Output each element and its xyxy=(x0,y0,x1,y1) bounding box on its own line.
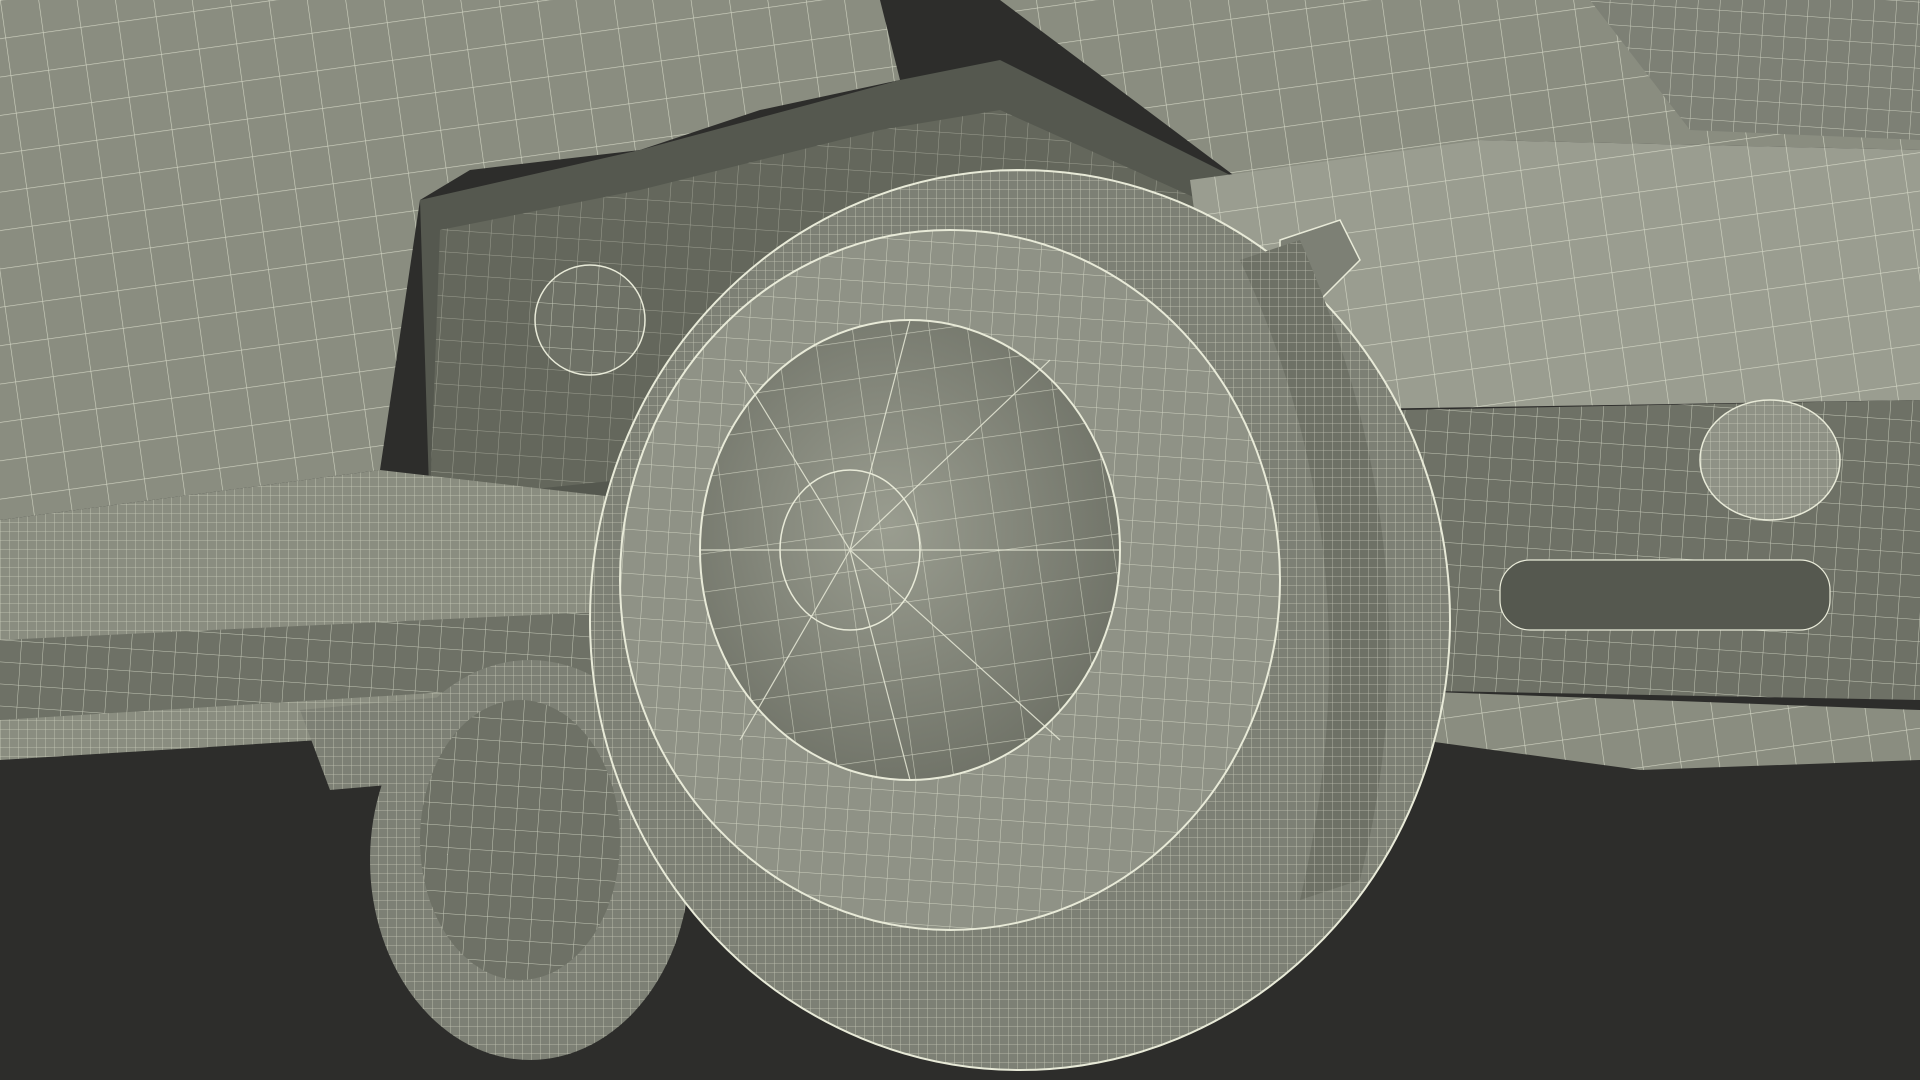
rear-suspension xyxy=(1380,399,1920,770)
wireframe-scene xyxy=(0,0,1920,1080)
